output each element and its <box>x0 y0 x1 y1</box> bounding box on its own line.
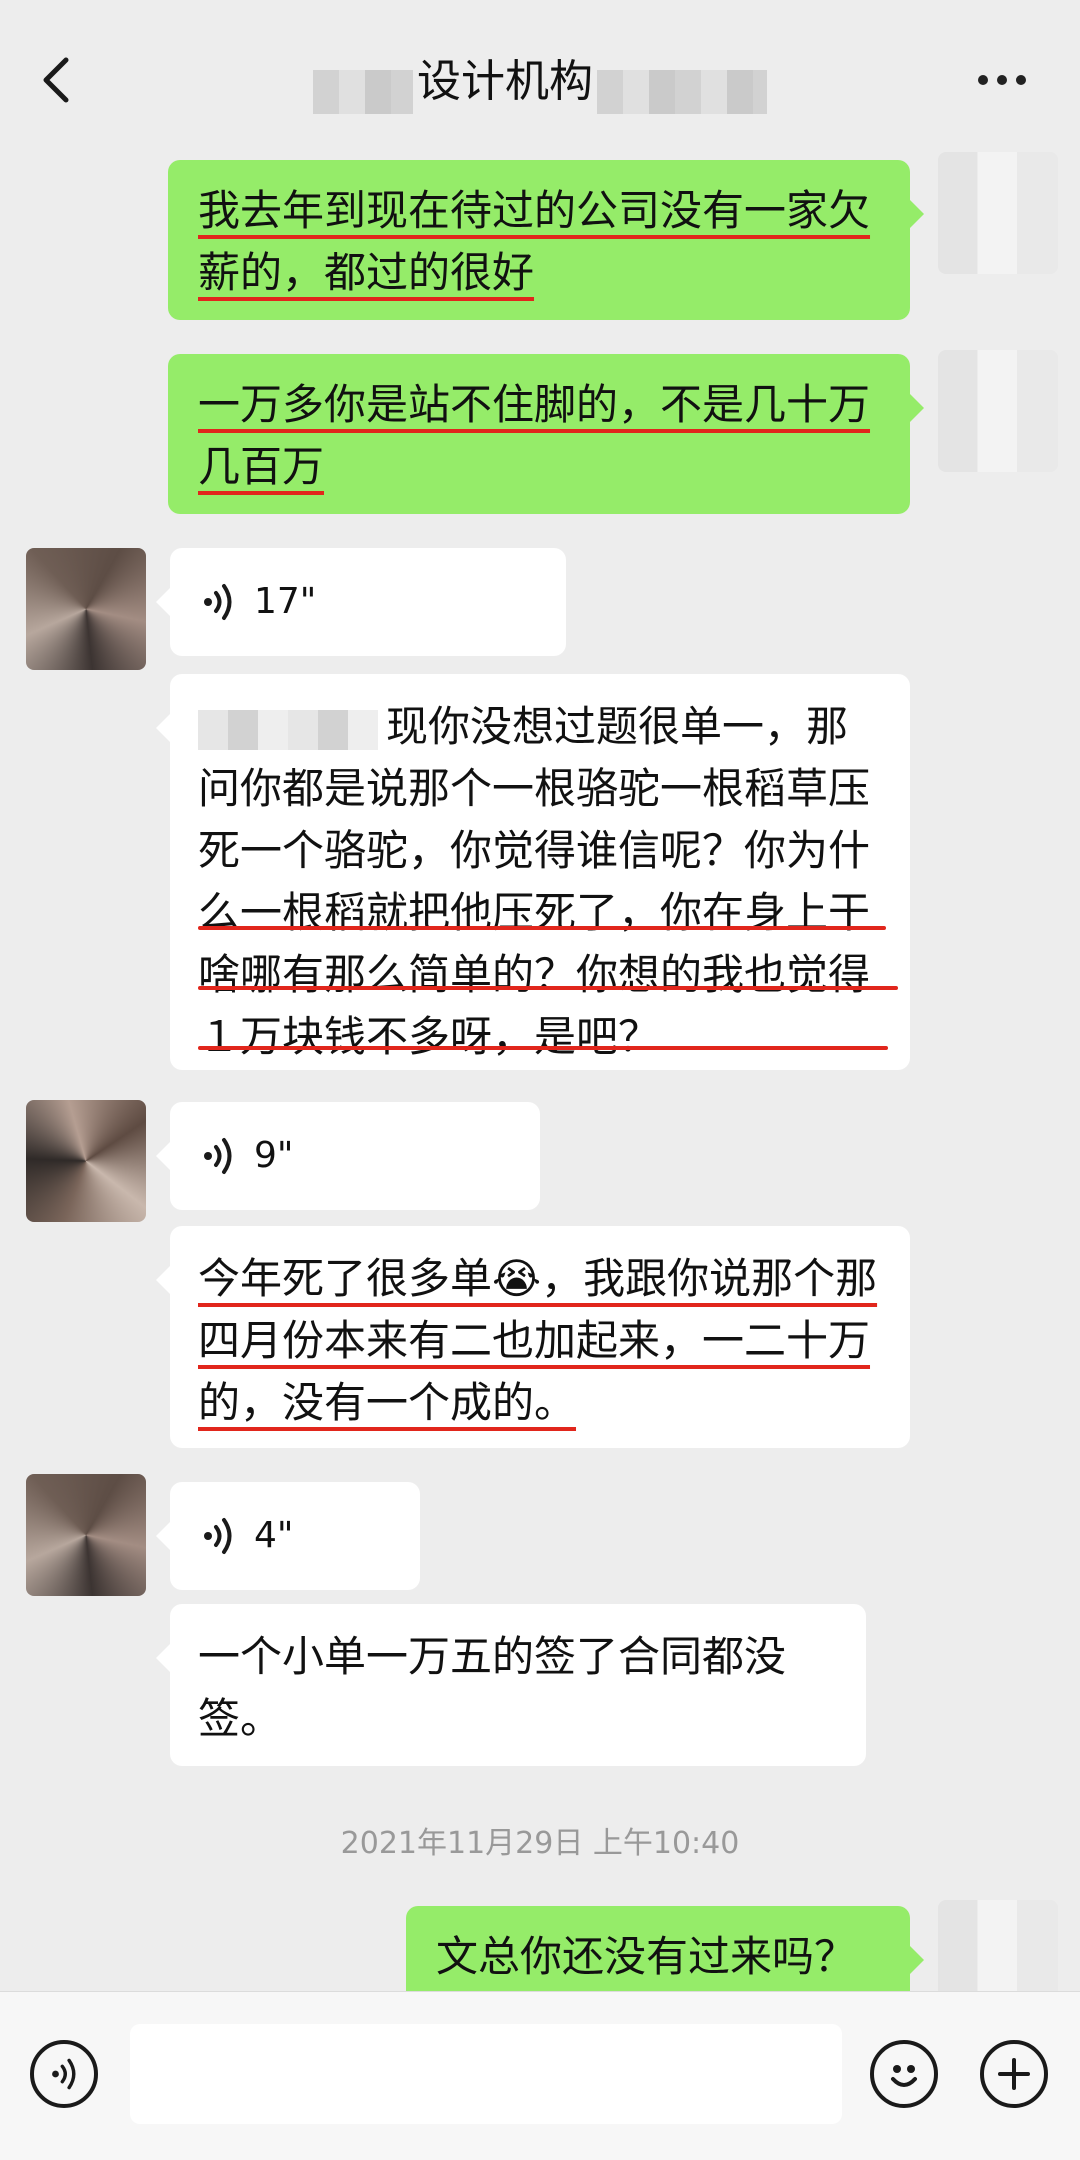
voice-wave-icon <box>204 1138 232 1174</box>
message-bubble-received[interactable]: 今年死了很多单😭，我跟你说那个那四月份本来有二也加起来，一二十万的，没有一个成的… <box>156 1226 910 1448</box>
highlight-underline <box>198 926 886 930</box>
message-text: 现你没想过题很单一，那问你都是说那个一根骆驼一根稻草压死一个骆驼，你觉得谁信呢？… <box>198 702 871 1061</box>
voice-wave-icon <box>204 584 232 620</box>
highlight-underline <box>198 986 898 990</box>
plus-button[interactable] <box>980 2040 1048 2108</box>
my-avatar[interactable] <box>938 350 1058 472</box>
message-input[interactable] <box>130 2024 842 2124</box>
voice-input-icon <box>52 2058 76 2090</box>
message-text: 今年死了很多单😭，我跟你说那个那四月份本来有二也加起来，一二十万的，没有一个成的… <box>198 1254 878 1427</box>
message-bubble-sent[interactable]: 一万多你是站不住脚的，不是几十万几百万 <box>168 354 924 514</box>
message-bubble-received[interactable]: 一个小单一万五的签了合同都没签。 <box>156 1604 866 1766</box>
message-bubble-received[interactable]: 现你没想过题很单一，那问你都是说那个一根骆驼一根稻草压死一个骆驼，你觉得谁信呢？… <box>156 674 910 1070</box>
contact-avatar[interactable] <box>26 548 146 670</box>
emoji-button[interactable] <box>870 2040 938 2108</box>
contact-avatar[interactable] <box>26 1100 146 1222</box>
voice-wave-icon <box>204 1518 232 1554</box>
chat-title: 设计机构 <box>417 56 593 107</box>
message-text: 一个小单一万五的签了合同都没签。 <box>198 1632 787 1743</box>
blurred-quote-prefix <box>198 709 378 750</box>
blurred-name-left <box>313 69 413 114</box>
contact-avatar[interactable] <box>26 1474 146 1596</box>
voice-input-button[interactable] <box>30 2040 98 2108</box>
message-text: 我去年到现在待过的公司没有一家欠薪的，都过的很好 <box>198 186 871 297</box>
voice-duration: 9" <box>254 1135 294 1176</box>
message-text: 一万多你是站不住脚的，不是几十万几百万 <box>198 380 871 491</box>
chat-header: 设计机构 <box>0 0 1080 160</box>
more-dots-icon <box>978 70 1035 89</box>
voice-duration: 4" <box>254 1515 294 1556</box>
emoji-icon <box>891 2065 917 2087</box>
input-bar <box>0 1991 1080 2160</box>
voice-message-bubble[interactable]: 4" <box>156 1482 420 1590</box>
voice-message-bubble[interactable]: 9" <box>156 1102 540 1210</box>
my-avatar[interactable] <box>938 152 1058 274</box>
message-timestamp: 2021年11月29日 上午10:40 <box>340 1826 740 1861</box>
message-text: 文总你还没有过来吗？ <box>436 1932 857 1981</box>
blurred-name-right <box>597 69 767 114</box>
plus-icon <box>998 2058 1030 2090</box>
voice-duration: 17" <box>254 581 317 622</box>
highlight-underline <box>198 1046 888 1050</box>
more-button[interactable] <box>978 70 1038 90</box>
voice-message-bubble[interactable]: 17" <box>156 548 566 656</box>
message-bubble-sent[interactable]: 我去年到现在待过的公司没有一家欠薪的，都过的很好 <box>168 160 924 320</box>
